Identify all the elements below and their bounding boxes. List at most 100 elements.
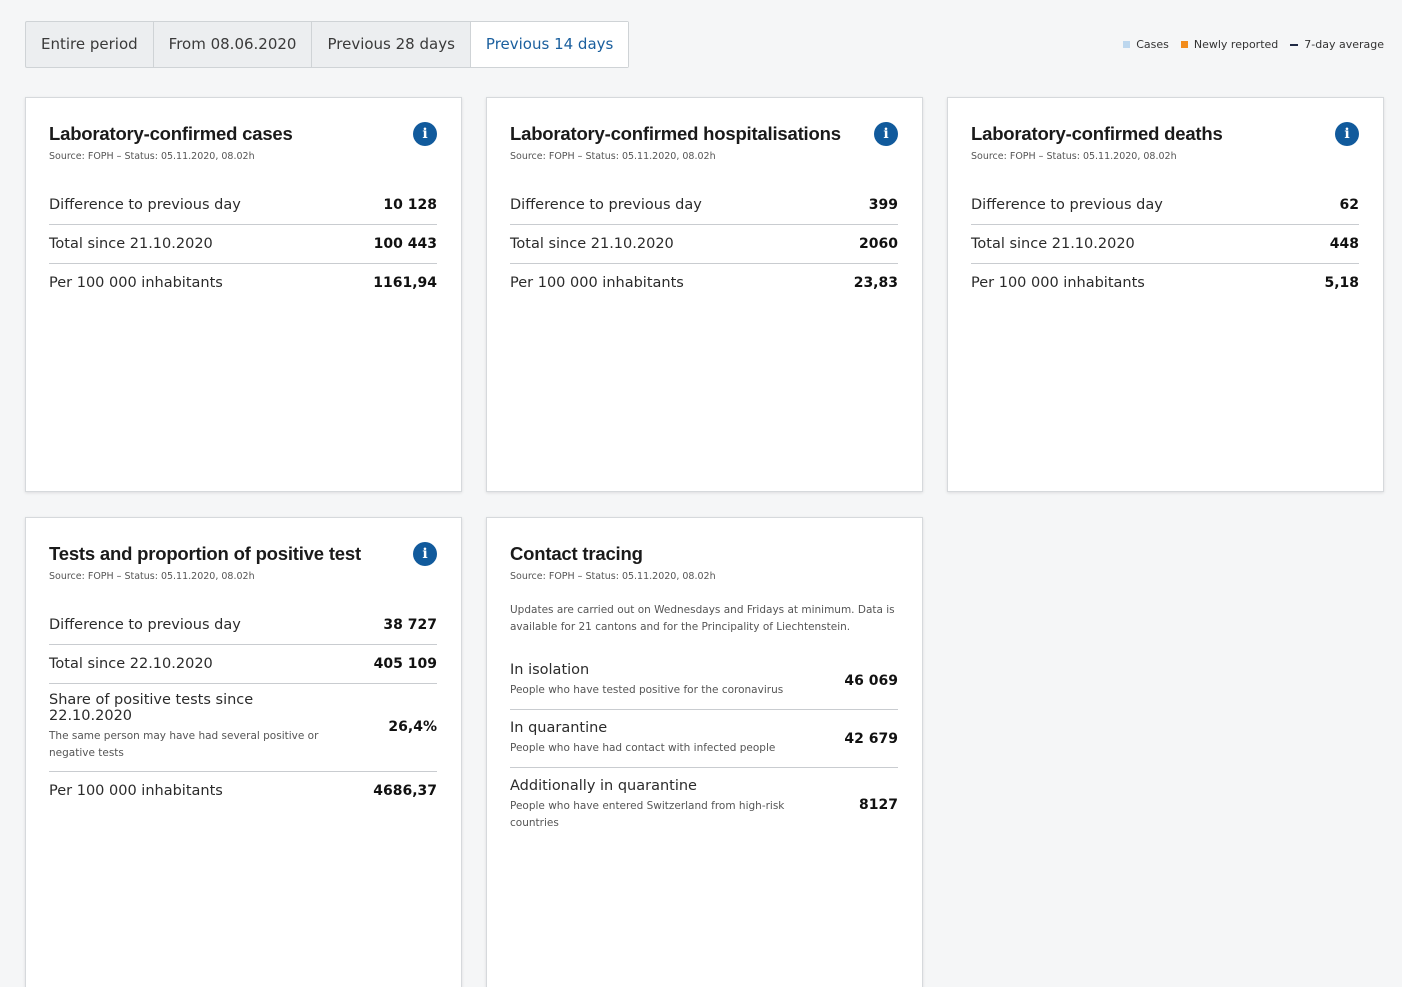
stat-value: 42 679	[844, 730, 898, 747]
info-icon[interactable]: i	[874, 122, 898, 146]
tab-from-date[interactable]: From 08.06.2020	[154, 22, 313, 67]
stat-label: Difference to previous day	[49, 196, 241, 213]
stat-value: 8127	[859, 797, 898, 813]
stat-sublabel: People who have entered Switzerland from…	[510, 800, 785, 829]
legend-cases: Cases	[1123, 38, 1169, 51]
top-bar: Entire period From 08.06.2020 Previous 2…	[0, 0, 1402, 80]
card-title: Contact tracing	[510, 543, 643, 564]
stat-value: 100 443	[373, 235, 437, 252]
period-tabs: Entire period From 08.06.2020 Previous 2…	[25, 21, 630, 68]
stat-value: 4686,37	[373, 783, 437, 799]
stat-row: Difference to previous day 399	[510, 186, 898, 225]
stat-row: Per 100 000 inhabitants 4686,37	[49, 772, 437, 811]
stat-value: 5,18	[1324, 275, 1359, 291]
stat-value: 38 727	[383, 616, 437, 633]
card-source: Source: FOPH – Status: 05.11.2020, 08.02…	[49, 571, 255, 582]
stat-label: Total since 21.10.2020	[510, 235, 674, 252]
stat-label: Total since 22.10.2020	[49, 655, 213, 672]
tab-previous-14-days[interactable]: Previous 14 days	[470, 22, 629, 67]
stat-value: 23,83	[853, 275, 898, 291]
card-source: Source: FOPH – Status: 05.11.2020, 08.02…	[510, 571, 716, 582]
info-icon[interactable]: i	[1335, 122, 1359, 146]
cases-swatch-icon	[1123, 41, 1131, 48]
legend-7-day-average: 7-day average	[1290, 38, 1384, 51]
card-tests: Tests and proportion of positive test So…	[25, 517, 462, 987]
stat-row: Per 100 000 inhabitants 23,83	[510, 264, 898, 303]
stat-value: 399	[868, 196, 898, 213]
stat-label: Total since 21.10.2020	[49, 235, 213, 252]
stat-row: Total since 21.10.2020 100 443	[49, 225, 437, 264]
stat-sublabel: The same person may have had several pos…	[49, 730, 319, 759]
chart-legend: Cases Newly reported 7-day average	[1111, 38, 1384, 51]
stat-row: Total since 21.10.2020 2060	[510, 225, 898, 264]
stats-list: Difference to previous day 399 Total sin…	[510, 186, 898, 303]
stats-list: Difference to previous day 62 Total sinc…	[971, 186, 1359, 303]
stat-label: Per 100 000 inhabitants	[510, 275, 684, 291]
card-hospitalisations: Laboratory-confirmed hospitalisations So…	[486, 97, 923, 492]
stat-value: 405 109	[373, 655, 437, 672]
stat-value: 448	[1329, 235, 1359, 252]
stat-value: 2060	[859, 235, 898, 252]
stat-row: Difference to previous day 38 727	[49, 606, 437, 645]
stat-sublabel: People who have tested positive for the …	[510, 684, 784, 696]
stat-label: Difference to previous day	[49, 616, 241, 633]
legend-newly-reported: Newly reported	[1180, 38, 1279, 51]
stat-label: Total since 21.10.2020	[971, 235, 1135, 252]
stat-label: Additionally in quarantine	[510, 778, 697, 794]
card-source: Source: FOPH – Status: 05.11.2020, 08.02…	[49, 151, 255, 162]
legend-label: Cases	[1136, 38, 1169, 51]
card-title: Laboratory-confirmed deaths	[971, 123, 1223, 144]
stat-row: Additionally in quarantine People who ha…	[510, 768, 898, 842]
tab-previous-28-days[interactable]: Previous 28 days	[312, 22, 471, 67]
stat-row: Per 100 000 inhabitants 1161,94	[49, 264, 437, 303]
tab-entire-period[interactable]: Entire period	[26, 22, 154, 67]
stat-row: Difference to previous day 62	[971, 186, 1359, 225]
stat-row: Total since 22.10.2020 405 109	[49, 645, 437, 684]
card-title: Laboratory-confirmed hospitalisations	[510, 123, 841, 144]
info-icon[interactable]: i	[413, 122, 437, 146]
card-cases: Laboratory-confirmed cases Source: FOPH …	[25, 97, 462, 492]
card-header: Contact tracing Source: FOPH – Status: 0…	[510, 542, 898, 584]
newly-reported-swatch-icon	[1180, 41, 1188, 48]
stat-value: 62	[1339, 196, 1359, 213]
stat-label: In isolation	[510, 662, 590, 678]
stat-label: Share of positive tests since 22.10.2020	[49, 692, 254, 724]
stats-list: Difference to previous day 10 128 Total …	[49, 186, 437, 303]
card-source: Source: FOPH – Status: 05.11.2020, 08.02…	[510, 151, 716, 162]
card-title: Laboratory-confirmed cases	[49, 123, 293, 144]
card-header: Laboratory-confirmed hospitalisations So…	[510, 122, 898, 164]
stat-label-group: In quarantine People who have had contac…	[510, 720, 810, 757]
card-title: Tests and proportion of positive test	[49, 543, 361, 564]
card-deaths: Laboratory-confirmed deaths Source: FOPH…	[947, 97, 1384, 492]
stat-value: 26,4%	[388, 719, 437, 735]
card-header: Laboratory-confirmed cases Source: FOPH …	[49, 122, 437, 164]
stat-label-group: Share of positive tests since 22.10.2020…	[49, 692, 339, 762]
stat-value: 1161,94	[373, 275, 437, 291]
legend-label: Newly reported	[1193, 38, 1279, 51]
stat-label: Difference to previous day	[971, 196, 1163, 213]
stat-row: In quarantine People who have had contac…	[510, 710, 898, 768]
stat-row: Share of positive tests since 22.10.2020…	[49, 684, 437, 772]
card-source: Source: FOPH – Status: 05.11.2020, 08.02…	[971, 151, 1177, 162]
stat-label: Per 100 000 inhabitants	[49, 275, 223, 291]
stat-value: 46 069	[844, 672, 898, 689]
line-swatch-icon	[1290, 43, 1299, 46]
stat-row: In isolation People who have tested posi…	[510, 652, 898, 710]
info-icon[interactable]: i	[413, 542, 437, 566]
stat-row: Difference to previous day 10 128	[49, 186, 437, 225]
card-contact-tracing: Contact tracing Source: FOPH – Status: 0…	[486, 517, 923, 987]
stats-list: In isolation People who have tested posi…	[510, 652, 898, 842]
update-note: Updates are carried out on Wednesdays an…	[510, 604, 895, 633]
stat-label: Difference to previous day	[510, 196, 702, 213]
stats-list: Difference to previous day 38 727 Total …	[49, 606, 437, 811]
stat-label: Per 100 000 inhabitants	[49, 783, 223, 799]
stat-label: Per 100 000 inhabitants	[971, 275, 1145, 291]
stat-sublabel: People who have had contact with infecte…	[510, 742, 776, 754]
stat-row: Per 100 000 inhabitants 5,18	[971, 264, 1359, 303]
stat-row: Total since 21.10.2020 448	[971, 225, 1359, 264]
stat-label-group: In isolation People who have tested posi…	[510, 662, 810, 699]
legend-label: 7-day average	[1304, 38, 1384, 51]
card-header: Tests and proportion of positive test So…	[49, 542, 437, 584]
stat-label-group: Additionally in quarantine People who ha…	[510, 778, 810, 832]
stat-label: In quarantine	[510, 720, 608, 736]
